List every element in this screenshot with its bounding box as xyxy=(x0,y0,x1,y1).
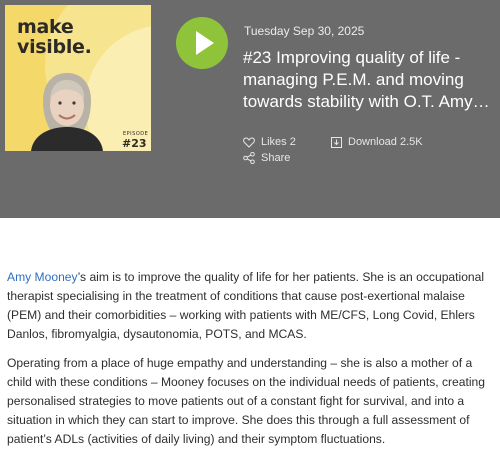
episode-number: #23 xyxy=(122,137,147,150)
episode-date: Tuesday Sep 30, 2025 xyxy=(244,24,365,38)
heart-icon xyxy=(243,136,255,148)
play-button[interactable] xyxy=(176,17,228,69)
play-icon xyxy=(196,31,214,55)
download-label: Download 2.5K xyxy=(348,136,423,148)
likes-label: Likes 2 xyxy=(261,136,296,148)
description-text: ’s aim is to improve the quality of life… xyxy=(7,270,485,341)
episode-title: #23 Improving quality of life - managing… xyxy=(243,48,490,111)
download-button[interactable]: Download 2.5K xyxy=(331,136,423,148)
episode-cover-art: make visible. EPISODE #23 xyxy=(5,5,151,151)
cover-brand: make visible. xyxy=(17,17,92,57)
share-button[interactable]: Share xyxy=(243,152,290,164)
episode-description: Amy Mooney’s aim is to improve the quali… xyxy=(7,268,495,459)
share-icon xyxy=(243,152,255,164)
download-icon xyxy=(331,136,342,148)
share-label: Share xyxy=(261,152,291,164)
like-button[interactable]: Likes 2 xyxy=(243,136,296,148)
episode-header: make visible. EPISODE #23 Tuesday Sep 30… xyxy=(0,0,500,218)
cover-brand-line1: make xyxy=(17,16,74,38)
guest-link[interactable]: Amy Mooney xyxy=(7,270,78,284)
host-photo xyxy=(31,73,103,151)
description-paragraph: Amy Mooney’s aim is to improve the quali… xyxy=(7,268,495,344)
description-paragraph: Operating from a place of huge empathy a… xyxy=(7,356,485,446)
cover-brand-line2: visible. xyxy=(17,36,92,58)
